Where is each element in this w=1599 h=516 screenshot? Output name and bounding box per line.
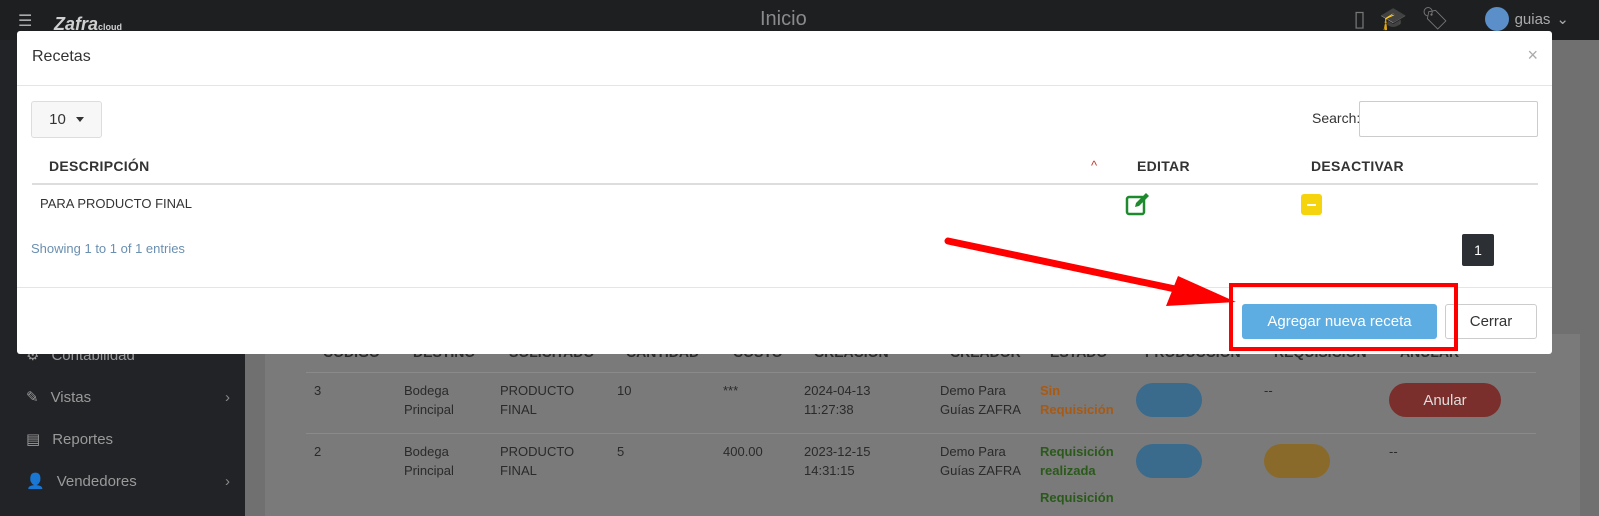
user-menu[interactable]: guias ⌄ xyxy=(1484,7,1569,31)
minus-icon xyxy=(1307,203,1316,206)
view-requisition-button[interactable] xyxy=(1264,444,1330,478)
recetas-table-header: DESCRIPCIÓN ^ EDITAR DESACTIVAR xyxy=(32,148,1538,185)
cell-estado: Requisición realizada xyxy=(1040,444,1114,478)
cell-creador: Demo Para Guías ZAFRA xyxy=(940,383,1021,417)
sidebar-item-vendedores[interactable]: 👤 Vendedores › xyxy=(26,472,230,491)
modal-header: Recetas × xyxy=(17,31,1552,86)
table-row: 3 Bodega Principal PRODUCTO FINAL 10 ***… xyxy=(306,372,1536,433)
table-row: PARA PRODUCTO FINAL xyxy=(32,185,1538,225)
column-descripcion[interactable]: DESCRIPCIÓN xyxy=(49,158,150,174)
cell-destino: Bodega Principal xyxy=(404,444,454,478)
sidebar-item-reportes[interactable]: ▤ Reportes xyxy=(26,430,226,449)
chevron-right-icon: › xyxy=(225,472,230,490)
cell-estado: Sin Requisición xyxy=(1040,383,1114,417)
sidebar-item-label: Vendedores xyxy=(56,472,137,490)
annotation-highlight-box xyxy=(1229,283,1458,351)
cell-creacion: 2023-12-15 14:31:15 xyxy=(804,444,871,478)
menu-toggle-icon[interactable]: ☰ xyxy=(18,11,32,31)
chevron-right-icon: › xyxy=(225,388,230,406)
cell-costo: *** xyxy=(723,383,739,398)
anular-button[interactable]: Anular xyxy=(1389,383,1501,417)
column-editar[interactable]: EDITAR xyxy=(1137,158,1190,174)
tags-icon[interactable]: 🏷 xyxy=(1421,6,1449,32)
cell-requisicion: -- xyxy=(1264,383,1273,398)
cell-destino: Bodega Principal xyxy=(404,383,454,417)
page-length-select[interactable]: 10 xyxy=(31,101,102,138)
view-production-button[interactable] xyxy=(1136,444,1202,478)
cell-creador: Demo Para Guías ZAFRA xyxy=(940,444,1021,478)
pagination-page-1[interactable]: 1 xyxy=(1462,234,1494,266)
cell-solicitado: PRODUCTO FINAL xyxy=(500,444,575,478)
user-icon: 👤 xyxy=(26,473,45,490)
sidebar-item-label: Vistas xyxy=(50,388,92,406)
chevron-down-icon: ⌄ xyxy=(1556,11,1569,28)
modal-title: Recetas xyxy=(32,48,91,65)
close-button[interactable]: Cerrar xyxy=(1445,304,1537,339)
page-length-value: 10 xyxy=(49,111,66,128)
cell-anular: -- xyxy=(1389,444,1398,459)
cell-estado-extra: Requisición xyxy=(1040,490,1114,505)
list-icon: ▤ xyxy=(26,431,41,448)
graduation-cap-icon[interactable]: 🎓 xyxy=(1380,6,1407,32)
cell-descripcion: PARA PRODUCTO FINAL xyxy=(40,196,192,211)
sort-asc-icon[interactable]: ^ xyxy=(1091,158,1097,173)
cell-creacion: 2024-04-13 11:27:38 xyxy=(804,383,871,417)
column-desactivar[interactable]: DESACTIVAR xyxy=(1311,158,1404,174)
search-input[interactable] xyxy=(1359,101,1538,137)
cell-cantidad: 10 xyxy=(617,383,632,398)
edit-icon: ✎ xyxy=(26,389,39,406)
sidebar-item-label: Reportes xyxy=(52,430,114,448)
sidebar-item-vistas[interactable]: ✎ Vistas › xyxy=(26,388,230,407)
username: guias xyxy=(1514,10,1551,28)
edit-icon[interactable] xyxy=(1125,191,1151,217)
avatar xyxy=(1484,7,1509,31)
cell-costo: 400.00 xyxy=(723,444,763,459)
phone-icon[interactable]: ▯ xyxy=(1354,6,1366,32)
table-info: Showing 1 to 1 of 1 entries xyxy=(31,241,185,256)
deactivate-button[interactable] xyxy=(1301,194,1322,215)
table-row: 2 Bodega Principal PRODUCTO FINAL 5 400.… xyxy=(306,433,1536,505)
cell-cantidad: 5 xyxy=(617,444,625,459)
cell-codigo: 3 xyxy=(314,383,322,398)
caret-down-icon xyxy=(75,117,84,122)
cell-codigo: 2 xyxy=(314,444,322,459)
topbar-icons: ▯ 🎓 🏷 xyxy=(1354,6,1449,32)
close-icon[interactable]: × xyxy=(1527,45,1538,66)
cell-solicitado: PRODUCTO FINAL xyxy=(500,383,575,417)
view-production-button[interactable] xyxy=(1136,383,1202,417)
page-title: Inicio xyxy=(760,8,807,30)
search-label: Search: xyxy=(1312,110,1361,126)
